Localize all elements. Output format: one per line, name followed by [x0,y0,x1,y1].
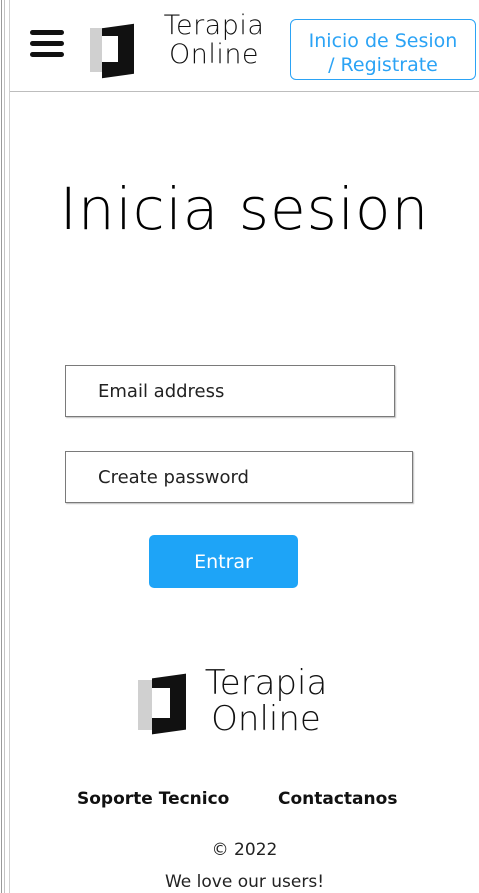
terapia-logo-icon [138,672,186,735]
footer-link-support[interactable]: Soporte Tecnico [77,789,229,809]
footer-brand-line2: Online [211,699,321,739]
email-field[interactable] [65,365,395,417]
login-register-button[interactable]: Inicio de Sesion / Registrate [290,19,476,80]
footer-tagline: We love our users! [164,872,325,892]
window-edge-line [9,0,10,893]
footer-link-contact[interactable]: Contactanos [278,789,397,809]
window-edge-line [4,0,5,893]
page-title: Inicia sesion [59,175,430,243]
hamburger-icon[interactable] [30,30,66,58]
terapia-logo-icon[interactable] [90,22,134,79]
footer-brand-name: Terapia Online [190,666,342,736]
login-button-line2: / Registrate [328,53,438,76]
submit-button[interactable]: Entrar [149,535,298,588]
brand-name-line1: Terapia [163,10,265,41]
copyright-text: © 2022 [211,840,278,860]
top-header: Terapia Online Inicio de Sesion / Regist… [10,0,479,92]
password-field[interactable] [65,451,413,503]
login-button-line1: Inicio de Sesion [308,29,458,52]
brand-name[interactable]: Terapia Online [144,12,284,68]
footer-brand-line1: Terapia [204,663,328,703]
brand-name-line2: Online [168,39,260,70]
window-edge-line [1,0,2,893]
